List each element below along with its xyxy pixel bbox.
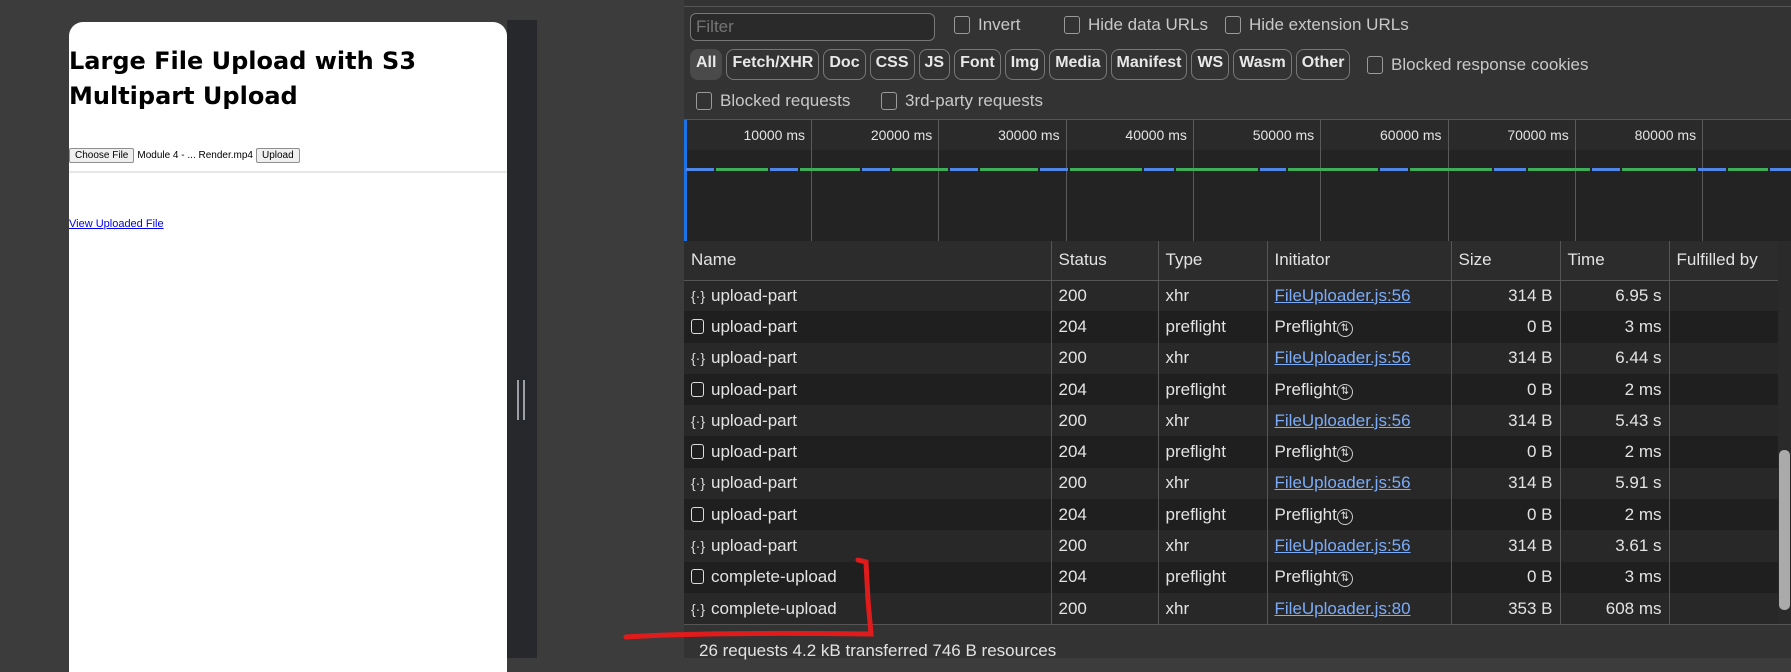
- red-annotation-mark: [623, 557, 874, 640]
- annotation-stroke: [623, 557, 874, 640]
